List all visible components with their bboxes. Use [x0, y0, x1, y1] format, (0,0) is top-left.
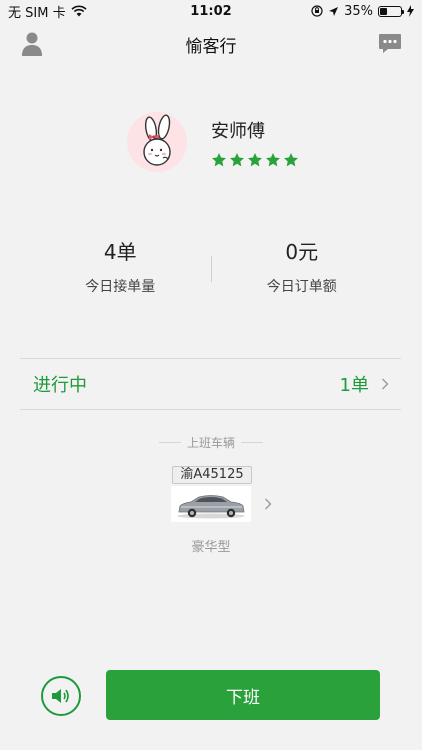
- stat-orders-value: 4单: [103, 240, 137, 264]
- stat-amount-value: 0元: [285, 240, 319, 264]
- star-icon: [266, 152, 280, 166]
- location-arrow-icon: [329, 6, 339, 16]
- daily-stats: 4单 今日接单量 0元 今日订单额: [30, 238, 392, 302]
- rating-stars: [211, 152, 299, 168]
- stat-amount-label: 今日订单额: [266, 279, 337, 295]
- stat-orders-label: 今日接单量: [85, 279, 156, 295]
- user-icon[interactable]: [20, 31, 44, 57]
- status-bar: 无 SIM 卡 11:02 35%: [0, 0, 422, 22]
- in-progress-count: 1单: [339, 375, 369, 396]
- speaker-icon: [52, 689, 69, 703]
- voice-broadcast-button[interactable]: [41, 676, 81, 716]
- vehicle-chevron-right-icon[interactable]: [264, 498, 272, 510]
- charging-icon: [407, 5, 414, 17]
- star-icon: [212, 152, 226, 166]
- divider-line: [158, 442, 181, 443]
- stat-amount: 0元 今日订单额: [212, 238, 393, 302]
- car-image[interactable]: [171, 486, 251, 522]
- star-icon: [248, 152, 262, 166]
- driver-name: 安师傅: [211, 120, 265, 142]
- off-work-button[interactable]: 下班: [106, 670, 380, 720]
- license-plate: 渝A45125: [172, 466, 252, 484]
- message-icon[interactable]: [378, 33, 402, 55]
- star-icon: [284, 152, 298, 166]
- vehicle-type: 豪华型: [191, 540, 231, 555]
- chevron-right-icon: [382, 378, 389, 390]
- in-progress-row[interactable]: 进行中 1单: [20, 358, 401, 410]
- in-progress-label: 进行中: [33, 375, 87, 396]
- battery-level: [380, 7, 387, 15]
- orientation-lock-icon: [311, 5, 323, 17]
- driver-profile: 安师傅: [127, 112, 299, 172]
- divider-line: [241, 442, 263, 443]
- page-title: 愉客行: [185, 36, 237, 57]
- rabbit-avatar-icon: [143, 114, 171, 166]
- battery-icon: [378, 5, 404, 17]
- carrier-label: 无 SIM 卡: [8, 5, 66, 21]
- stat-orders: 4单 今日接单量: [30, 238, 211, 302]
- avatar[interactable]: [127, 112, 187, 172]
- battery-percent: 35%: [344, 3, 373, 19]
- car-icon: [171, 486, 251, 522]
- wifi-icon: [71, 5, 87, 17]
- nav-bar: 愉客行: [0, 22, 422, 66]
- star-icon: [230, 152, 244, 166]
- vehicle-header-label: 上班车辆: [186, 436, 235, 450]
- vehicle-section-header: 上班车辆: [0, 434, 422, 451]
